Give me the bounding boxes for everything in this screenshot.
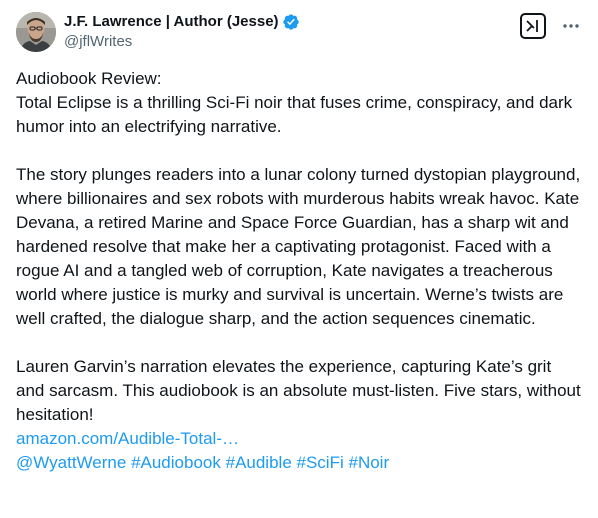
mention-wyattwerne[interactable]: @WyattWerne (16, 453, 126, 472)
author-block: J.F. Lawrence | Author (Jesse) @jflWrite… (64, 12, 300, 52)
tweet-text: Audiobook Review: Total Eclipse is a thr… (16, 67, 582, 475)
hashtag-audible[interactable]: #Audible (226, 453, 292, 472)
tweet-paragraph-3: Lauren Garvin’s narration elevates the e… (16, 357, 581, 424)
tweet-link[interactable]: amazon.com/Audible-Total-… (16, 429, 239, 448)
more-options-button[interactable] (560, 13, 582, 39)
tweet-paragraph-2: The story plunges readers into a lunar c… (16, 165, 581, 328)
tweet-line-1: Audiobook Review: (16, 69, 162, 88)
hashtag-scifi[interactable]: #SciFi (297, 453, 344, 472)
avatar-image (16, 12, 56, 52)
verified-badge-icon[interactable] (282, 13, 300, 31)
grok-icon (526, 20, 538, 32)
header-actions (520, 11, 582, 41)
hashtag-row: @WyattWerne #Audiobook #Audible #SciFi #… (16, 451, 582, 475)
avatar[interactable] (16, 12, 56, 52)
author-name-row: J.F. Lawrence | Author (Jesse) (64, 12, 300, 32)
hashtag-noir[interactable]: #Noir (348, 453, 389, 472)
hashtag-audiobook[interactable]: #Audiobook (131, 453, 221, 472)
author-display-name[interactable]: J.F. Lawrence | Author (Jesse) (64, 12, 279, 32)
grok-button[interactable] (520, 13, 546, 39)
more-options-icon (563, 24, 579, 28)
tweet-line-2: Total Eclipse is a thrilling Sci-Fi noir… (16, 93, 573, 136)
tweet: J.F. Lawrence | Author (Jesse) @jflWrite… (0, 0, 598, 518)
author-handle[interactable]: @jflWrites (64, 32, 300, 52)
tweet-header: J.F. Lawrence | Author (Jesse) @jflWrite… (16, 12, 582, 54)
